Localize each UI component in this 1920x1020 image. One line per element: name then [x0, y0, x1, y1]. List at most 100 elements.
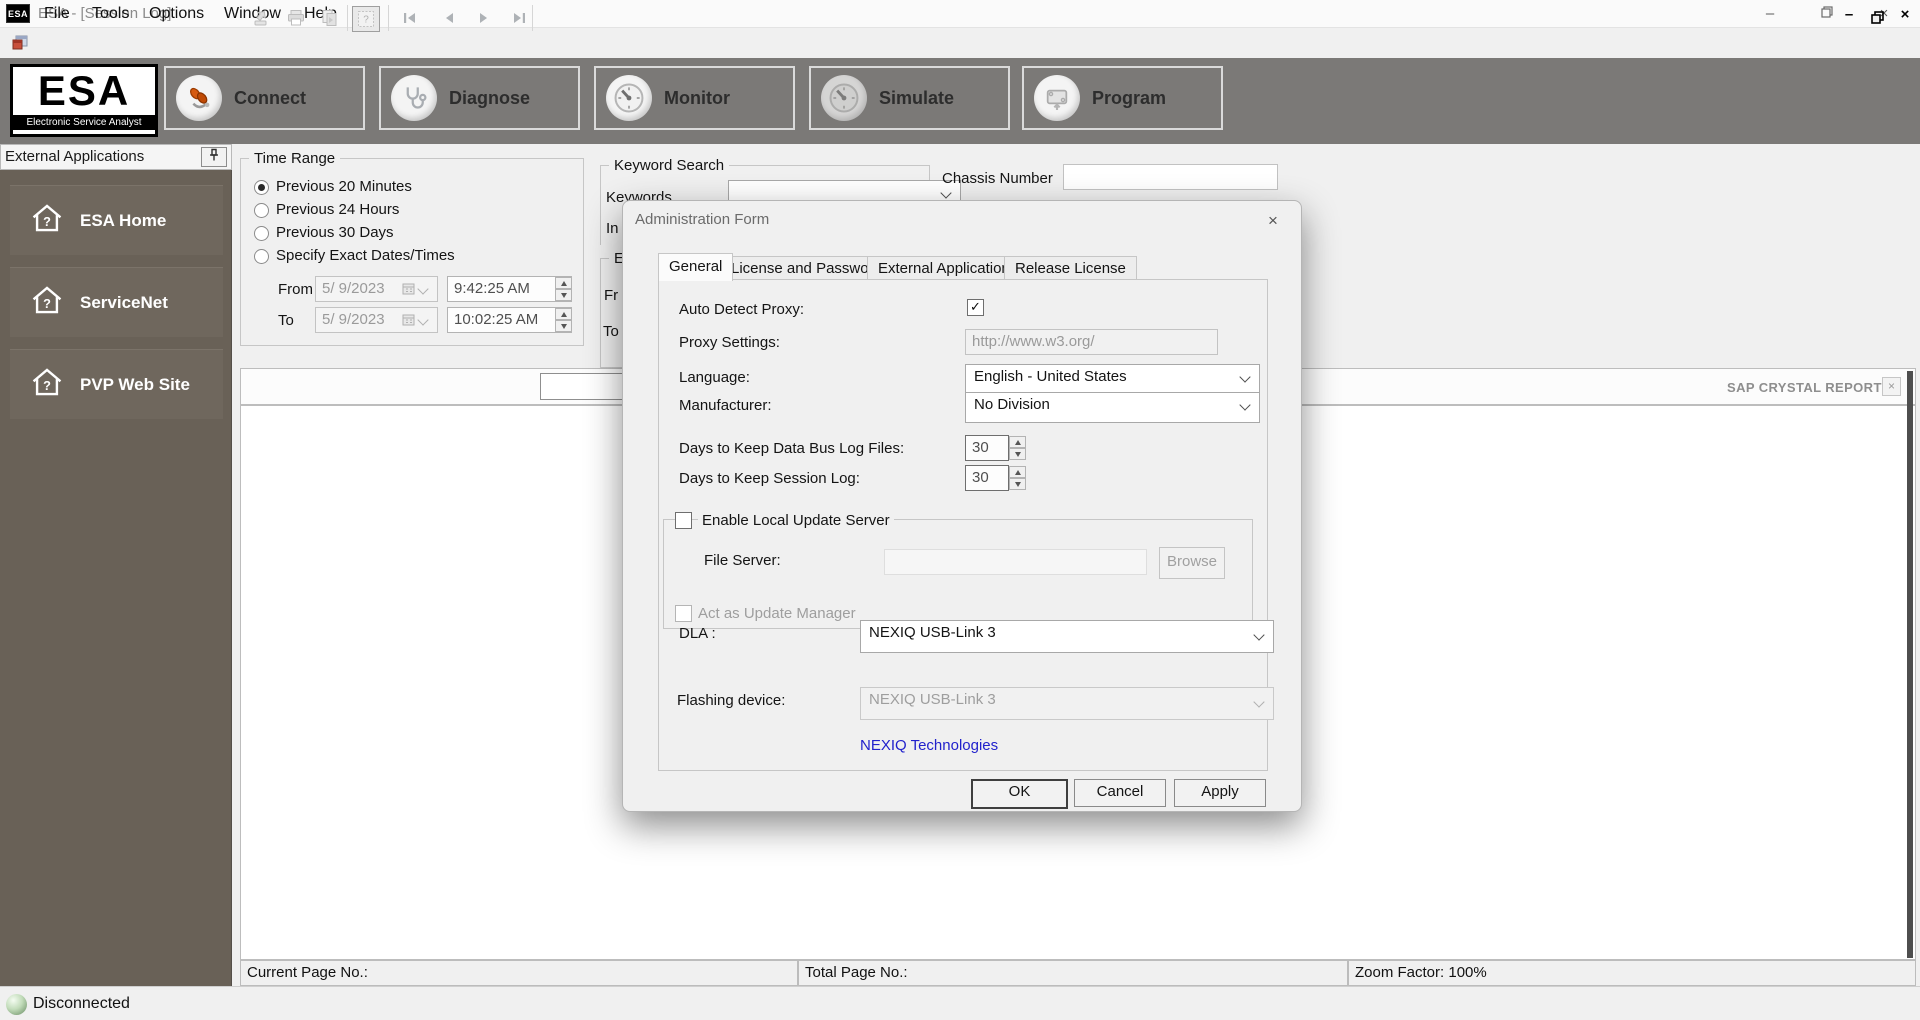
spin-up-icon[interactable]: [555, 308, 572, 320]
from-label: From: [278, 281, 313, 298]
menu-tools[interactable]: Tools: [92, 5, 129, 23]
dla-value: NEXIQ USB-Link 3: [869, 624, 996, 641]
chassis-number-input[interactable]: [1063, 164, 1278, 190]
radio-label: Previous 30 Days: [276, 224, 394, 241]
svg-text:?: ?: [363, 15, 369, 26]
spin-up-icon[interactable]: [1009, 466, 1026, 478]
nexiq-technologies-link[interactable]: NEXIQ Technologies: [860, 737, 998, 754]
footer-current-page: Current Page No.:: [240, 960, 798, 986]
apply-button[interactable]: Apply: [1174, 779, 1266, 807]
language-dropdown[interactable]: English - United States: [965, 364, 1260, 395]
sidebar-item-label: ServiceNet: [80, 293, 168, 313]
diagnose-button[interactable]: Diagnose: [379, 66, 580, 130]
spin-down-icon[interactable]: [1009, 478, 1026, 490]
days-databus-spinner[interactable]: [1009, 436, 1026, 460]
from-time-field[interactable]: 9:42:25 AM: [447, 276, 572, 302]
report-scrollbar[interactable]: [1907, 371, 1913, 958]
spin-up-icon[interactable]: [1009, 436, 1026, 448]
previous-page-icon[interactable]: [437, 7, 461, 29]
spin-down-icon[interactable]: [1009, 448, 1026, 460]
menu-options[interactable]: Options: [149, 5, 204, 23]
menu-bar: [0, 28, 1920, 58]
to-time-field[interactable]: 10:02:25 AM: [447, 307, 572, 333]
print-icon[interactable]: [284, 7, 308, 29]
days-session-label: Days to Keep Session Log:: [679, 470, 860, 487]
minimize-button[interactable]: –: [1742, 0, 1798, 28]
mdi-restore-button[interactable]: [1864, 8, 1890, 32]
dialog-close-button[interactable]: ×: [1259, 207, 1287, 235]
days-session-value: 30: [972, 469, 989, 486]
manufacturer-value: No Division: [974, 396, 1050, 413]
auto-detect-proxy-checkbox[interactable]: ✓: [967, 299, 984, 316]
spin-down-icon[interactable]: [555, 289, 572, 301]
sidebar-header: External Applications: [0, 144, 232, 170]
copy-pages-icon[interactable]: [318, 7, 342, 29]
mdi-minimize-button[interactable]: –: [1836, 3, 1862, 27]
pin-button[interactable]: [201, 147, 227, 167]
report-close-button[interactable]: ×: [1882, 377, 1901, 396]
connect-button[interactable]: Connect: [164, 66, 365, 130]
crystal-reports-brand: SAP CRYSTAL REPORTS®: [1727, 380, 1901, 395]
manufacturer-dropdown[interactable]: No Division: [965, 392, 1260, 423]
flashing-device-value: NEXIQ USB-Link 3: [869, 691, 996, 708]
act-as-update-manager-checkbox[interactable]: [675, 605, 692, 622]
esa-logo-subtext: Electronic Service Analyst: [13, 115, 155, 130]
footer-zoom-factor: Zoom Factor: 100%: [1348, 960, 1916, 986]
last-page-icon[interactable]: [507, 7, 531, 29]
export-icon[interactable]: [250, 7, 274, 29]
to-time-spinner[interactable]: [555, 308, 572, 332]
radio-previous-20-minutes[interactable]: [254, 180, 269, 195]
tab-release-license[interactable]: Release License: [1004, 256, 1137, 281]
in-label: In: [606, 220, 619, 237]
tab-general[interactable]: General: [658, 253, 733, 281]
chevron-down-icon: [1253, 629, 1264, 640]
esa-logo: ESA Electronic Service Analyst: [10, 64, 158, 137]
ok-button[interactable]: OK: [971, 779, 1068, 809]
connect-label: Connect: [234, 88, 306, 109]
browse-button[interactable]: Browse: [1159, 547, 1225, 579]
next-page-icon[interactable]: [472, 7, 496, 29]
program-button[interactable]: Program: [1022, 66, 1223, 130]
sidebar-item-servicenet[interactable]: ? ServiceNet: [10, 267, 223, 337]
pin-icon: [208, 148, 220, 167]
enable-local-update-server-checkbox[interactable]: [675, 512, 692, 529]
days-session-field[interactable]: 30: [965, 465, 1009, 491]
radio-previous-30-days[interactable]: [254, 226, 269, 241]
svg-text:?: ?: [43, 214, 51, 229]
first-page-icon[interactable]: [398, 7, 422, 29]
radio-specify-exact-dates[interactable]: [254, 249, 269, 264]
language-label: Language:: [679, 369, 750, 386]
to-date-picker[interactable]: 5/ 9/2023: [315, 307, 438, 333]
from-date-picker[interactable]: 5/ 9/2023: [315, 276, 438, 302]
days-databus-field[interactable]: 30: [965, 435, 1009, 461]
mdi-minimize-icon: –: [1845, 6, 1853, 23]
home-icon: ?: [30, 284, 64, 321]
events-to-label-fragment: To: [603, 323, 619, 340]
spin-down-icon[interactable]: [555, 320, 572, 332]
connection-status-text: Disconnected: [33, 995, 130, 1013]
toggle-group-tree-button[interactable]: ?: [352, 6, 380, 32]
sidebar-item-pvp-web-site[interactable]: ? PVP Web Site: [10, 349, 223, 419]
close-icon: ×: [1268, 211, 1278, 230]
days-session-spinner[interactable]: [1009, 466, 1026, 490]
simulate-label: Simulate: [879, 88, 954, 109]
home-icon: ?: [30, 366, 64, 403]
to-label: To: [278, 312, 294, 329]
administration-form-dialog: Administration Form × General License an…: [622, 200, 1302, 812]
from-time-value: 9:42:25 AM: [454, 280, 530, 297]
dla-dropdown[interactable]: NEXIQ USB-Link 3: [860, 620, 1274, 653]
file-server-input[interactable]: [884, 549, 1147, 575]
menu-file[interactable]: File: [44, 5, 70, 23]
time-range-title: Time Range: [249, 150, 340, 167]
from-time-spinner[interactable]: [555, 277, 572, 301]
monitor-button[interactable]: Monitor: [594, 66, 795, 130]
simulate-button[interactable]: Simulate: [809, 66, 1010, 130]
minimize-icon: –: [1766, 5, 1774, 22]
cancel-button[interactable]: Cancel: [1074, 779, 1166, 807]
sidebar-item-esa-home[interactable]: ? ESA Home: [10, 185, 223, 255]
radio-previous-24-hours[interactable]: [254, 203, 269, 218]
footer-total-page: Total Page No.:: [798, 960, 1348, 986]
mdi-close-button[interactable]: ×: [1892, 3, 1918, 27]
checkmark-icon: ✓: [970, 299, 981, 314]
spin-up-icon[interactable]: [555, 277, 572, 289]
